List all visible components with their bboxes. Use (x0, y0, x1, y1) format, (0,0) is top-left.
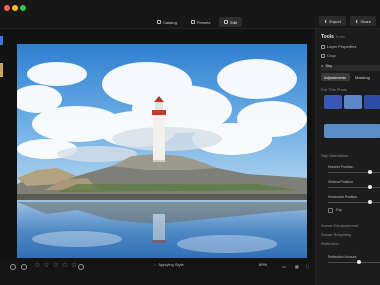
presets-icon (190, 20, 195, 24)
segment-masking[interactable]: Masking (352, 73, 380, 81)
tab-edit[interactable]: Edit (219, 17, 243, 27)
sky-tool-label: ◐ Sky (321, 63, 332, 68)
flag-button[interactable] (78, 264, 84, 270)
tab-label: Edit (230, 19, 238, 25)
star-rating[interactable]: ☆ ☆ ☆ ☆ ☆ (34, 262, 77, 269)
catalog-icon (157, 20, 161, 24)
slider-knob[interactable] (357, 260, 362, 264)
flip-checkbox[interactable] (328, 208, 333, 213)
slider-label: Horizon Position (328, 165, 354, 169)
lighthouse-photo (17, 44, 307, 262)
eye-toggle-button[interactable] (10, 264, 16, 270)
title-bar: Catalog Presets Edit ⬆ Export ⬆ Share (0, 0, 380, 29)
slider-label: Vertical Position (328, 180, 353, 184)
slider-knob[interactable] (367, 200, 372, 204)
layer-properties-row[interactable]: Layer Properties (321, 44, 356, 49)
view-tabs: Catalog Presets Edit (152, 17, 243, 27)
crop-label: Crop (327, 53, 336, 58)
sky-thumb[interactable] (344, 95, 362, 109)
sky-orientation-label: Sky Orientation (321, 153, 349, 158)
panel-subtitle[interactable]: Edits (336, 34, 345, 39)
crop-icon (321, 53, 325, 58)
sky-thumb[interactable] (364, 95, 380, 109)
sky-label: Sky (325, 63, 333, 68)
flag-icon (78, 264, 84, 270)
adjust-mask-segment: Adjustments Masking (321, 73, 380, 81)
sky-thumb[interactable] (324, 95, 342, 109)
canvas-area (3, 30, 315, 262)
tab-label: Presets (196, 19, 211, 25)
tab-label: Catalog (163, 19, 177, 25)
crop-row[interactable]: Crop (321, 53, 336, 58)
tab-catalog[interactable]: Catalog (152, 17, 182, 27)
tools-panel: Tools Edits Layer Properties Crop ◐ Sky … (315, 29, 380, 285)
close-window-button[interactable] (4, 5, 10, 11)
layers-icon (321, 44, 325, 49)
fullscreen-button[interactable]: ⛶ (306, 264, 309, 269)
zoom-value: 69% (259, 262, 268, 267)
edit-icon (224, 20, 229, 24)
tab-presets[interactable]: Presets (186, 17, 216, 27)
segment-adjustments[interactable]: Adjustments (321, 73, 350, 81)
for-this-photo-label: For This Photo (321, 87, 348, 92)
sky-preview-selected[interactable] (324, 124, 380, 138)
fit-view-button[interactable]: ▭ (282, 264, 286, 269)
eye-icon (10, 264, 16, 270)
vertical-position-slider[interactable] (328, 187, 380, 188)
spinner-icon: ◌ (154, 262, 157, 267)
flip-label: Flip (336, 208, 342, 212)
slider-label: Horizontal Position (328, 195, 358, 199)
star-icon[interactable]: ☆ (53, 262, 59, 269)
zoom-level[interactable]: 69% (259, 262, 267, 267)
slider-label: Reflection Amount (328, 255, 357, 259)
minimize-window-button[interactable] (12, 5, 18, 11)
horizon-position-slider[interactable] (328, 172, 380, 173)
export-label: Export (329, 18, 341, 24)
share-icon: ⬆ (354, 18, 359, 24)
horizontal-position-slider[interactable] (328, 202, 380, 203)
applying-status: ◌ Applying Style (154, 262, 184, 267)
grid-view-button[interactable]: ▦ (295, 264, 299, 269)
scene-enhancement-label[interactable]: Scene Enhancement (321, 223, 358, 228)
star-icon[interactable]: ☆ (62, 262, 68, 269)
compare-icon (21, 264, 27, 270)
reflection-label[interactable]: Reflection (321, 241, 339, 246)
slider-knob[interactable] (367, 185, 372, 189)
export-button[interactable]: ⬆ Export (319, 16, 346, 26)
layer-properties-label: Layer Properties (327, 44, 357, 49)
panel-title: Tools (321, 34, 334, 40)
share-label: Share (360, 18, 371, 24)
sky-icon: ◐ (321, 63, 324, 68)
photo-preview[interactable] (17, 44, 307, 262)
zoom-window-button[interactable] (20, 5, 26, 11)
star-icon[interactable]: ☆ (34, 262, 40, 269)
reflection-amount-slider[interactable] (328, 262, 380, 263)
share-button[interactable]: ⬆ Share (349, 16, 376, 26)
export-icon: ⬆ (324, 18, 328, 24)
applying-label: Applying Style (158, 262, 184, 267)
slider-knob[interactable] (367, 170, 372, 174)
star-icon[interactable]: ☆ (71, 262, 77, 269)
star-icon[interactable]: ☆ (43, 262, 49, 269)
top-right-actions: ⬆ Export ⬆ Share (319, 16, 376, 26)
before-after-button[interactable] (21, 264, 27, 270)
scene-relighting-label[interactable]: Scene Relighting (321, 232, 351, 237)
